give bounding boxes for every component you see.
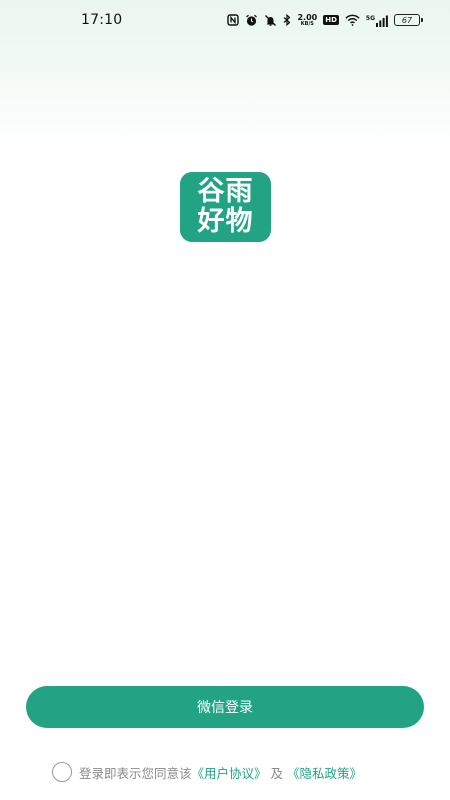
- logo-line-2: 好物: [197, 206, 254, 237]
- wechat-login-button[interactable]: 微信登录: [26, 686, 424, 728]
- network-type: 5G: [365, 15, 375, 22]
- app-logo: 谷雨 好物: [180, 172, 271, 242]
- net-speed-value: 2.00: [297, 12, 318, 22]
- logo-line-1: 谷雨: [197, 176, 254, 207]
- hd-badge: HD: [323, 15, 339, 25]
- status-icons: 2.00 KB/S HD 5G 67: [227, 13, 423, 27]
- agreement-conjunction: 及: [270, 765, 284, 781]
- agreement-row: 登录即表示您同意该 《用户协议》 及 《隐私政策》: [52, 762, 432, 782]
- battery-icon: 67: [394, 14, 423, 26]
- bluetooth-icon: [283, 13, 291, 27]
- nfc-icon: [227, 13, 240, 27]
- agreement-prefix: 登录即表示您同意该: [79, 765, 192, 781]
- wifi-icon: [345, 13, 360, 27]
- net-speed: 2.00 KB/S: [297, 13, 317, 27]
- privacy-policy-link[interactable]: 《隐私政策》: [287, 763, 362, 782]
- status-time: 17:10: [81, 12, 123, 28]
- agree-checkbox[interactable]: [52, 762, 72, 782]
- mute-icon: [264, 13, 277, 27]
- battery-level: 67: [401, 15, 413, 25]
- hd-badge-wrap: HD: [323, 13, 339, 27]
- status-bar: 17:10 2.00 KB/S HD 5G 67: [0, 0, 450, 40]
- net-speed-unit: KB/S: [300, 20, 314, 27]
- user-agreement-link[interactable]: 《用户协议》: [192, 763, 267, 782]
- alarm-icon: [245, 13, 258, 27]
- signal-icon: 5G: [366, 13, 388, 27]
